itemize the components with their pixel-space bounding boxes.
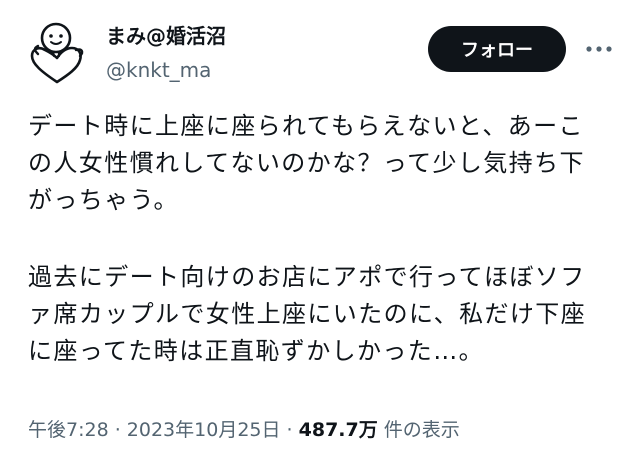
tweet-line: ァ席カップルで女性上座にいたのに、私だけ下座 [28,300,587,328]
more-button[interactable] [582,36,616,62]
tweet-line: の人女性慣れしてないのかな？って少し気持ち下 [28,149,585,177]
avatar[interactable] [24,18,94,88]
avatar-character-icon [30,22,84,84]
more-dots-icon [586,46,612,52]
tweet: まみ@婚活沼 @knkt_ma フォロー デート時に上座に座られてもらえないと、… [0,0,640,461]
tweet-meta: 午後7:28 · 2023年10月25日 · 487.7万 件の表示 [28,416,460,444]
tweet-line: がっちゃう。 [28,186,179,214]
views-count[interactable]: 487.7万 [299,419,378,441]
handle[interactable]: @knkt_ma [106,56,226,84]
tweet-line: 過去にデート向けのお店にアポで行ってほぼソフ [28,263,586,291]
tweet-line: に座ってた時は正直恥ずかしかった…。 [28,337,484,365]
tweet-date[interactable]: 2023年10月25日 [127,419,281,441]
views-label: 件の表示 [377,419,460,441]
author-block: まみ@婚活沼 @knkt_ma [106,22,226,84]
tweet-time[interactable]: 午後7:28 [28,419,109,441]
follow-button[interactable]: フォロー [428,26,566,72]
tweet-line: デート時に上座に座られてもらえないと、あーこ [28,112,584,140]
meta-separator: · [280,419,299,441]
display-name[interactable]: まみ@婚活沼 [106,22,226,50]
meta-separator: · [108,419,127,441]
tweet-text: デート時に上座に座られてもらえないと、あーこ の人女性慣れしてないのかな？って少… [28,108,628,370]
